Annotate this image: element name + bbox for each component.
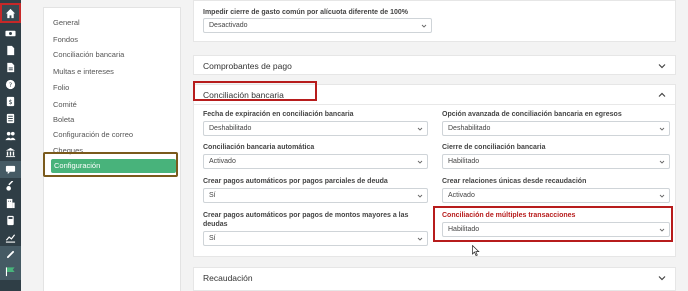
top-settings-panel: Impedir cierre de gasto común por alícuo… (193, 0, 676, 42)
top-setting-label: Impedir cierre de gasto común por alícuo… (203, 9, 409, 16)
comprobantes-panel[interactable]: Comprobantes de pago (193, 55, 676, 75)
money-icon[interactable] (0, 25, 21, 42)
chart-icon[interactable] (0, 229, 21, 246)
chevron-up-icon[interactable] (658, 91, 666, 99)
chevron-down-icon[interactable] (658, 62, 666, 70)
submenu-item-general[interactable]: General (53, 18, 80, 27)
bank-icon[interactable] (0, 144, 21, 161)
field-label-relaciones: Crear relaciones únicas desde recaudació… (442, 178, 587, 185)
chevron-down-icon (659, 194, 665, 198)
settings-submenu: General Fondos Conciliación bancaria Mul… (43, 7, 181, 291)
submenu-item-correo[interactable]: Configuración de correo (53, 130, 133, 139)
select-montos-mayores[interactable]: Sí (203, 231, 428, 246)
select-automatica[interactable]: Activado (203, 154, 428, 169)
top-setting-select[interactable]: Desactivado (203, 18, 432, 33)
key-icon[interactable] (0, 178, 21, 195)
top-setting-value: Desactivado (209, 22, 248, 29)
select-value: Habilitado (448, 158, 480, 165)
conciliacion-title-highlight (193, 81, 317, 101)
chevron-down-icon (417, 194, 423, 198)
wrench-icon[interactable] (0, 246, 21, 263)
chevron-down-icon (417, 160, 423, 164)
list-icon[interactable] (0, 110, 21, 127)
field-label-cierre: Cierre de conciliación bancaria (442, 144, 546, 151)
field-label-expiracion: Fecha de expiración en conciliación banc… (203, 111, 354, 118)
file-icon[interactable] (0, 42, 21, 59)
chevron-down-icon[interactable] (658, 274, 666, 282)
mouse-cursor-icon (472, 245, 480, 256)
submenu-item-conciliacion[interactable]: Conciliación bancaria (53, 50, 124, 59)
select-expiracion[interactable]: Deshabilitado (203, 121, 428, 136)
select-value: Activado (448, 192, 475, 199)
icon-sidebar: ? $ (0, 0, 21, 291)
home-icon[interactable] (0, 3, 21, 23)
svg-text:?: ? (9, 81, 12, 89)
users-icon[interactable] (0, 127, 21, 144)
calculator-icon[interactable] (0, 212, 21, 229)
flag-icon[interactable] (0, 263, 21, 280)
building-icon[interactable] (0, 195, 21, 212)
document-icon[interactable] (0, 59, 21, 76)
field-label-parciales: Crear pagos automáticos por pagos parcia… (203, 178, 388, 185)
multiples-highlight (433, 206, 673, 242)
configuracion-highlight-box (43, 152, 178, 177)
comprobantes-title: Comprobantes de pago (203, 61, 292, 71)
select-value: Activado (209, 158, 236, 165)
submenu-item-fondos[interactable]: Fondos (53, 35, 78, 44)
submenu-item-multas[interactable]: Multas e intereses (53, 67, 114, 76)
select-parciales[interactable]: Sí (203, 188, 428, 203)
select-value: Sí (209, 235, 216, 242)
svg-text:$: $ (8, 98, 12, 106)
field-label-montos-mayores: Crear pagos automáticos por pagos de mon… (203, 212, 409, 228)
field-label-automatica: Conciliación bancaria automática (203, 144, 315, 151)
recaudacion-panel[interactable]: Recaudación (193, 267, 676, 291)
chevron-down-icon (421, 24, 427, 28)
select-value: Deshabilitado (209, 125, 252, 132)
submenu-item-boleta[interactable]: Boleta (53, 115, 74, 124)
select-relaciones[interactable]: Activado (442, 188, 670, 203)
chevron-down-icon (417, 127, 423, 131)
chevron-down-icon (659, 160, 665, 164)
submenu-item-comite[interactable]: Comité (53, 100, 77, 109)
recaudacion-title: Recaudación (203, 273, 253, 283)
select-cierre[interactable]: Habilitado (442, 154, 670, 169)
dollar-icon[interactable]: $ (0, 93, 21, 110)
submenu-item-folio[interactable]: Folio (53, 83, 69, 92)
chevron-down-icon (417, 237, 423, 241)
chevron-down-icon (659, 127, 665, 131)
field-label-opcion-avanzada: Opción avanzada de conciliación bancaria… (442, 111, 622, 118)
select-opcion-avanzada[interactable]: Deshabilitado (442, 121, 670, 136)
select-value: Deshabilitado (448, 125, 491, 132)
select-value: Sí (209, 192, 216, 199)
chat-icon[interactable] (0, 161, 21, 178)
help-icon[interactable]: ? (0, 76, 21, 93)
